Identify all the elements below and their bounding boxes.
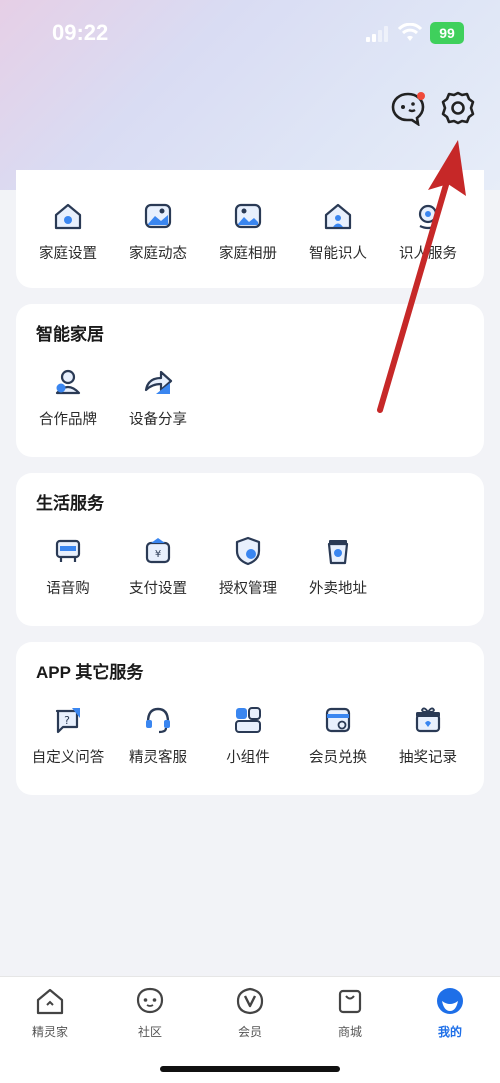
grid-item-partner-brands[interactable]: 合作品牌 — [22, 366, 114, 446]
tab-label: 会员 — [237, 1025, 262, 1039]
gear-icon[interactable] — [440, 90, 476, 126]
shop-bag-icon — [338, 989, 362, 1014]
section-title: 生活服务 — [36, 494, 104, 513]
grid-item-voice-shopping[interactable]: 语音购 — [22, 535, 114, 615]
tab-label: 精灵家 — [31, 1025, 68, 1039]
qa-icon: ? — [55, 708, 80, 734]
grid-item-widgets[interactable]: 小组件 — [202, 704, 294, 784]
home-icon — [36, 988, 64, 1015]
tab-vip[interactable]: 会员 — [200, 985, 300, 1040]
smart-home-card: 智能家居 合作品牌 设备分享 — [16, 304, 484, 457]
grid-item-label: 合作品牌 — [39, 412, 97, 428]
community-icon — [136, 987, 164, 1014]
partner-icon — [55, 369, 81, 395]
svg-text:?: ? — [64, 714, 70, 727]
wifi-icon — [398, 23, 422, 41]
grid-item-lottery-records[interactable]: 抽奖记录 — [382, 704, 474, 784]
grid-item-label: 授权管理 — [219, 581, 277, 597]
tab-profile[interactable]: 我的 — [400, 985, 500, 1040]
grid-item-label: 家庭动态 — [129, 246, 187, 262]
home-gear-icon — [54, 203, 82, 230]
gift-icon — [415, 707, 441, 733]
face-scan-icon — [418, 204, 438, 230]
grid-item-label: 家庭设置 — [39, 246, 97, 262]
life-services-card: 生活服务 语音购 ¥ 支付设置 授权管理 外卖地址 — [16, 473, 484, 626]
voice-shop-icon — [55, 539, 81, 562]
grid-item-recognition-service[interactable]: 识人服务 — [382, 200, 474, 280]
status-bar: 09:22 99 — [0, 0, 500, 70]
payment-icon: ¥ — [145, 538, 171, 564]
grid-item-label: 家庭相册 — [219, 246, 277, 262]
tab-label: 商城 — [337, 1025, 362, 1039]
grid-item-label: 小组件 — [226, 750, 270, 766]
grid-item-smart-recognition[interactable]: 智能识人 — [292, 200, 384, 280]
grid-item-family-feed[interactable]: 家庭动态 — [112, 200, 204, 280]
tab-label: 我的 — [437, 1025, 462, 1039]
notification-dot — [417, 92, 425, 100]
grid-item-takeout-address[interactable]: 外卖地址 — [292, 535, 384, 615]
battery-level: 99 — [439, 25, 455, 41]
grid-item-customer-service[interactable]: 精灵客服 — [112, 704, 204, 784]
grid-item-label: 外卖地址 — [309, 581, 367, 597]
takeout-icon — [327, 540, 349, 565]
grid-item-label: 抽奖记录 — [399, 750, 457, 766]
tab-community[interactable]: 社区 — [100, 985, 200, 1040]
grid-item-device-share[interactable]: 设备分享 — [112, 366, 204, 446]
grid-item-label: 会员兑换 — [309, 750, 367, 766]
other-services-card: APP 其它服务 ? 自定义问答 精灵客服 小组件 会员兑换 抽奖记录 — [16, 642, 484, 795]
vip-icon — [236, 987, 264, 1015]
shield-icon — [235, 536, 261, 566]
grid-item-label: 语音购 — [46, 581, 90, 597]
profile-icon — [437, 988, 463, 1014]
grid-item-label: 智能识人 — [309, 246, 367, 262]
svg-text:¥: ¥ — [155, 549, 161, 560]
redeem-icon — [325, 707, 351, 733]
family-card: 家庭设置 家庭动态 家庭相册 智能识人 识人服务 — [16, 170, 484, 288]
tab-home[interactable]: 精灵家 — [0, 985, 100, 1040]
tab-label: 社区 — [137, 1025, 162, 1039]
signal-icon — [366, 26, 388, 42]
grid-item-label: 识人服务 — [399, 246, 457, 262]
grid-item-member-redeem[interactable]: 会员兑换 — [292, 704, 384, 784]
status-time: 09:22 — [52, 20, 109, 45]
home-indicator — [160, 1066, 340, 1072]
grid-item-custom-qa[interactable]: ? 自定义问答 — [22, 704, 114, 784]
grid-item-payment-settings[interactable]: ¥ 支付设置 — [112, 535, 204, 615]
battery-indicator: 99 — [430, 22, 464, 44]
grid-item-label: 自定义问答 — [31, 750, 105, 766]
share-icon — [144, 370, 173, 394]
widget-icon — [235, 707, 261, 733]
album-icon — [234, 203, 262, 229]
home-person-icon — [324, 203, 352, 230]
section-title: APP 其它服务 — [36, 663, 144, 682]
grid-item-authorization[interactable]: 授权管理 — [202, 535, 294, 615]
headset-icon — [146, 707, 170, 734]
grid-item-label: 精灵客服 — [129, 750, 187, 766]
photo-icon — [144, 203, 172, 229]
grid-item-label: 支付设置 — [129, 581, 187, 597]
grid-item-family-album[interactable]: 家庭相册 — [202, 200, 294, 280]
grid-item-label: 设备分享 — [129, 412, 187, 428]
tab-shop[interactable]: 商城 — [300, 985, 400, 1040]
section-title: 智能家居 — [36, 325, 104, 344]
grid-item-family-settings[interactable]: 家庭设置 — [22, 200, 114, 280]
